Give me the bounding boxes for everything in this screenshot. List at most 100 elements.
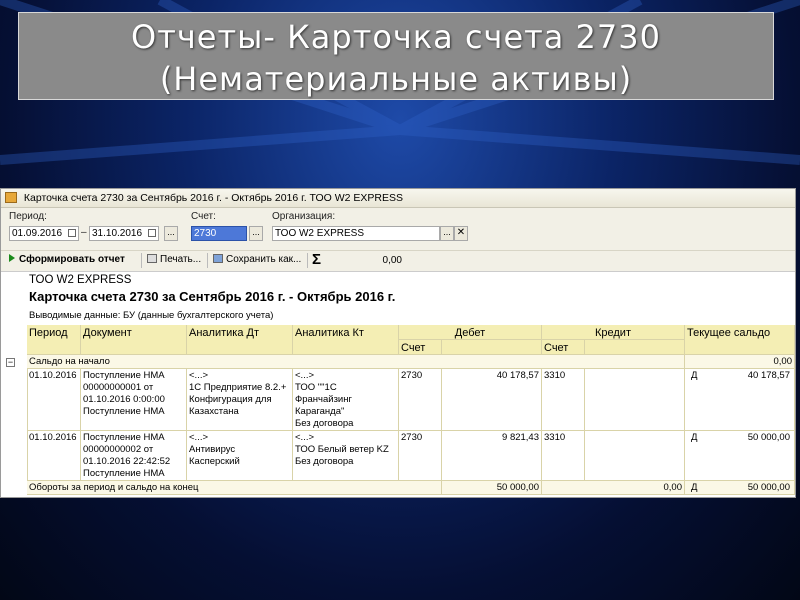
account-value: 2730 bbox=[194, 228, 217, 239]
clear-icon[interactable]: ✕ bbox=[454, 226, 468, 241]
col-document: Документ bbox=[81, 325, 187, 355]
slide-title-line2: (Нематериальные активы) bbox=[159, 60, 633, 98]
row2-andt-line: <...> bbox=[189, 432, 209, 443]
org-value: ТОО W2 EXPRESS bbox=[275, 228, 365, 239]
report-heading: Карточка счета 2730 за Сентябрь 2016 г. … bbox=[29, 289, 396, 304]
generate-report-label: Сформировать отчет bbox=[19, 254, 125, 265]
row1-debit-sum: 40 178,57 bbox=[442, 369, 542, 431]
row1-andt-line: Конфигурация для bbox=[189, 394, 272, 405]
row1-andt-line: 1С Предприятие 8.2.+ bbox=[189, 382, 287, 393]
col-period: Период bbox=[27, 325, 81, 355]
params-panel: Период: 01.09.2016 – 31.10.2016 ... Счет… bbox=[1, 208, 795, 250]
row1-doc-line: 00000000001 от bbox=[83, 382, 154, 393]
row1-ankt-line: <...> bbox=[295, 370, 315, 381]
calendar-icon[interactable] bbox=[145, 226, 159, 241]
totals-balance-dir: Д bbox=[691, 482, 698, 493]
period-dash: – bbox=[81, 227, 87, 238]
account-label: Счет: bbox=[191, 211, 216, 222]
row1-ankt-line: Без договора bbox=[295, 418, 354, 429]
opening-balance-label: Сальдо на начало bbox=[27, 355, 685, 369]
row2-document[interactable]: Поступление НМА 00000000002 от 01.10.201… bbox=[81, 431, 187, 481]
report-data-line: Выводимые данные: БУ (данные бухгалтерск… bbox=[29, 310, 274, 321]
totals-balance-sum: 50 000,00 bbox=[747, 482, 790, 493]
date-to-value: 31.10.2016 bbox=[92, 228, 143, 239]
row2-doc-line: 01.10.2016 22:42:52 bbox=[83, 456, 171, 467]
org-label: Организация: bbox=[272, 211, 336, 222]
org-select-button[interactable]: ... bbox=[440, 226, 454, 241]
org-field[interactable]: ТОО W2 EXPRESS bbox=[272, 226, 440, 241]
row1-andt-line: <...> bbox=[189, 370, 209, 381]
row1-ankt-line: ТОО ""1С bbox=[295, 382, 337, 393]
row2-credit-sum bbox=[585, 431, 685, 481]
report-area[interactable]: ТОО W2 EXPRESS Карточка счета 2730 за Се… bbox=[1, 271, 795, 497]
col-credit-account: Счет bbox=[542, 340, 585, 355]
report-window: Карточка счета 2730 за Сентябрь 2016 г. … bbox=[0, 188, 796, 498]
selection-sum: 0,00 bbox=[382, 255, 402, 266]
generate-report-button[interactable]: Сформировать отчет bbox=[9, 254, 125, 265]
window-title: Карточка счета 2730 за Сентябрь 2016 г. … bbox=[23, 192, 403, 204]
col-debit-account: Счет bbox=[399, 340, 442, 355]
row2-balance: Д 50 000,00 bbox=[685, 431, 795, 481]
collapse-toggle-icon[interactable]: − bbox=[6, 358, 15, 367]
save-as-button[interactable]: Сохранить как... bbox=[213, 254, 301, 265]
window-titlebar: Карточка счета 2730 за Сентябрь 2016 г. … bbox=[1, 189, 795, 208]
row2-doc-line: 00000000002 от bbox=[83, 444, 154, 455]
row2-analytics-kt: <...> ТОО Белый ветер KZ Без договора bbox=[293, 431, 399, 481]
totals-debit: 50 000,00 bbox=[442, 481, 542, 495]
col-debit: Дебет bbox=[399, 325, 542, 340]
account-select-button[interactable]: ... bbox=[249, 226, 263, 241]
col-credit-sum bbox=[585, 340, 685, 355]
report-org: ТОО W2 EXPRESS bbox=[29, 274, 132, 286]
group-gutter bbox=[1, 355, 28, 490]
col-balance: Текущее сальдо bbox=[685, 325, 795, 355]
row2-analytics-dt: <...> Антивирус Касперский bbox=[187, 431, 293, 481]
totals-label: Обороты за период и сальдо на конец bbox=[27, 481, 442, 495]
row2-balance-sum: 50 000,00 bbox=[747, 432, 790, 443]
row1-andt-line: Казахстана bbox=[189, 406, 239, 417]
col-analytics-dt: Аналитика Дт bbox=[187, 325, 293, 355]
calendar-icon[interactable] bbox=[65, 226, 79, 241]
period-select-button[interactable]: ... bbox=[164, 226, 178, 241]
print-label: Печать... bbox=[160, 254, 202, 265]
row1-analytics-kt: <...> ТОО ""1С Франчайзинг Караганда" Бе… bbox=[293, 369, 399, 431]
toolbar-divider bbox=[141, 253, 142, 268]
row1-doc-line: 01.10.2016 0:00:00 bbox=[83, 394, 165, 405]
row1-credit-sum bbox=[585, 369, 685, 431]
account-field[interactable]: 2730 bbox=[191, 226, 247, 241]
row1-balance-dir: Д bbox=[691, 370, 698, 381]
totals-balance: Д 50 000,00 bbox=[685, 481, 795, 495]
floppy-icon bbox=[213, 254, 223, 263]
report-icon bbox=[5, 192, 17, 203]
row2-balance-dir: Д bbox=[691, 432, 698, 443]
row2-ankt-line: <...> bbox=[295, 432, 315, 443]
totals-credit: 0,00 bbox=[542, 481, 685, 495]
sigma-icon: Σ bbox=[312, 251, 322, 268]
row1-credit-account: 3310 bbox=[542, 369, 585, 431]
date-from-value: 01.09.2016 bbox=[12, 228, 63, 239]
row2-ankt-line: Без договора bbox=[295, 456, 354, 467]
row1-doc-line: Поступление НМА bbox=[83, 406, 165, 417]
row2-credit-account: 3310 bbox=[542, 431, 585, 481]
row1-document[interactable]: Поступление НМА 00000000001 от 01.10.201… bbox=[81, 369, 187, 431]
row1-period: 01.10.2016 bbox=[27, 369, 81, 431]
row1-ankt-line: Караганда" bbox=[295, 406, 345, 417]
col-debit-sum bbox=[442, 340, 542, 355]
row1-balance: Д 40 178,57 bbox=[685, 369, 795, 431]
row2-andt-line: Касперский bbox=[189, 456, 240, 467]
printer-icon bbox=[147, 254, 157, 263]
col-analytics-kt: Аналитика Кт bbox=[293, 325, 399, 355]
slide-title-line1: Отчеты- Карточка счета 2730 bbox=[131, 18, 661, 56]
print-button[interactable]: Печать... bbox=[147, 254, 201, 265]
slide-title: Отчеты- Карточка счета 2730 (Нематериаль… bbox=[18, 12, 774, 100]
row2-period: 01.10.2016 bbox=[27, 431, 81, 481]
row1-debit-account: 2730 bbox=[399, 369, 442, 431]
play-icon bbox=[9, 254, 15, 262]
row1-balance-sum: 40 178,57 bbox=[747, 370, 790, 381]
row2-andt-line: Антивирус bbox=[189, 444, 236, 455]
toolbar-divider bbox=[307, 253, 308, 268]
save-as-label: Сохранить как... bbox=[226, 254, 302, 265]
col-credit: Кредит bbox=[542, 325, 685, 340]
row2-debit-account: 2730 bbox=[399, 431, 442, 481]
row2-debit-sum: 9 821,43 bbox=[442, 431, 542, 481]
row1-ankt-line: Франчайзинг bbox=[295, 394, 352, 405]
